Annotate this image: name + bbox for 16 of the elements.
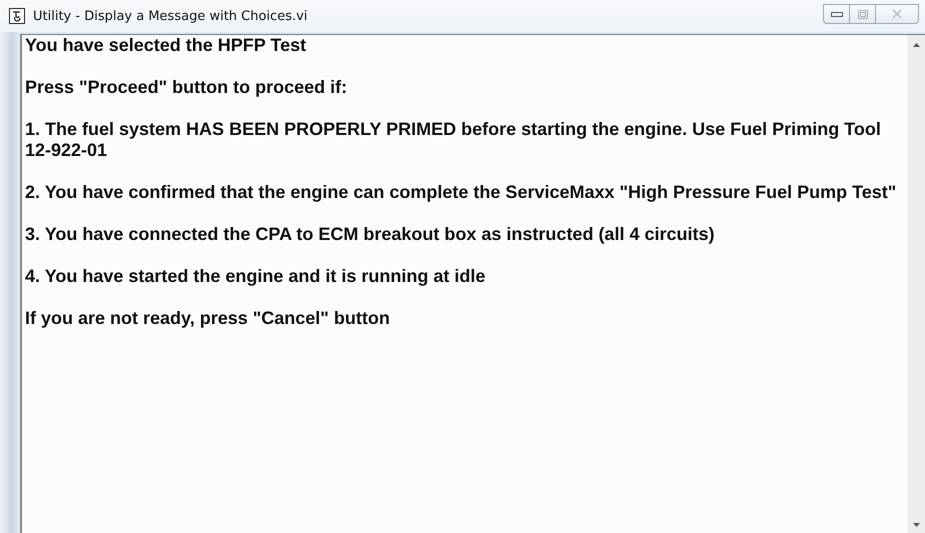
message-paragraph: You have selected the HPFP Test — [25, 35, 308, 56]
message-paragraph: Press "Proceed" button to proceed if: — [25, 77, 348, 98]
message-paragraph: 2. You have confirmed that the engine can complete the ServiceMaxx "High Pressure Fuel Pump Test" — [25, 182, 898, 203]
close-icon — [892, 9, 902, 19]
minimize-button[interactable] — [823, 4, 850, 24]
message-paragraph: 3. You have connected the CPA to ECM breakout box as instructed (all 4 circuits) — [25, 224, 716, 245]
scrollbar[interactable] — [907, 35, 925, 533]
maximize-icon — [858, 10, 868, 18]
message-paragraph: If you are not ready, press "Cancel" button — [25, 308, 391, 329]
scroll-down-icon[interactable] — [912, 523, 920, 527]
message-paragraph: 4. You have started the engine and it is running at idle — [25, 266, 486, 287]
message-paragraph: 1. The fuel system HAS BEEN PROPERLY PRIMED before starting the engine. Use Fuel Priming Tool 12-922-01 — [25, 119, 882, 161]
app-icon — [9, 8, 25, 24]
scroll-up-icon[interactable] — [912, 43, 920, 47]
minimize-icon — [830, 10, 842, 18]
window-title: Utility - Display a Message with Choices.vi — [33, 8, 308, 24]
